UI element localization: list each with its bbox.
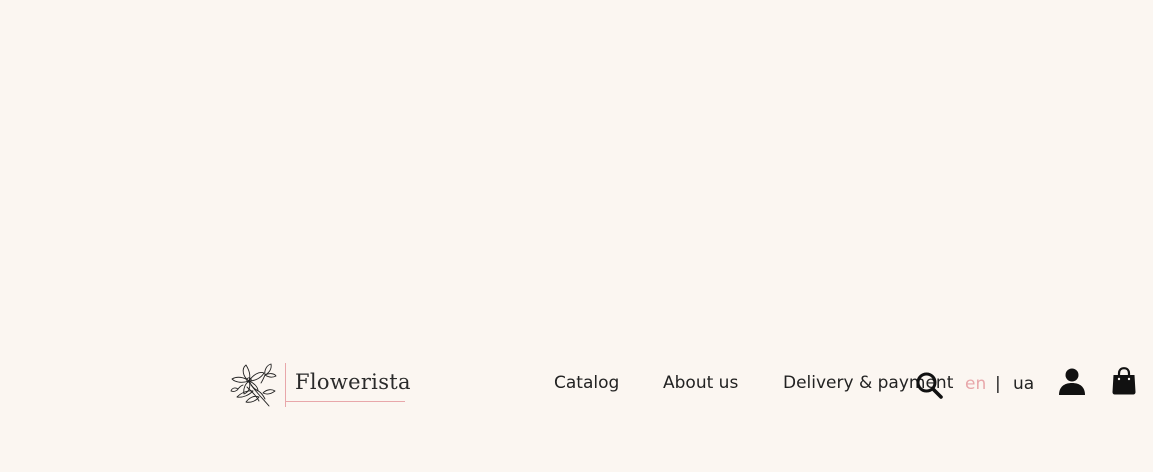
logo-underline: [285, 401, 405, 402]
user-icon: [1059, 368, 1085, 395]
search-icon: [916, 372, 943, 399]
flower-icon: [230, 363, 277, 407]
logo-text: Flowerista: [295, 370, 411, 394]
search-button[interactable]: [914, 370, 944, 400]
lang-en-option[interactable]: en: [965, 374, 986, 394]
lang-ua-option[interactable]: ua: [1013, 374, 1034, 394]
lang-separator: |: [995, 374, 1001, 394]
account-button[interactable]: [1059, 368, 1085, 395]
nav-link-about-us[interactable]: About us: [663, 373, 738, 393]
logo-link[interactable]: Flowerista: [229, 361, 411, 407]
cart-button[interactable]: [1112, 367, 1136, 395]
site-header: Flowerista Catalog About us Delivery & p…: [0, 355, 1153, 413]
shopping-bag-icon: [1112, 367, 1136, 395]
nav-link-catalog[interactable]: Catalog: [554, 373, 619, 393]
